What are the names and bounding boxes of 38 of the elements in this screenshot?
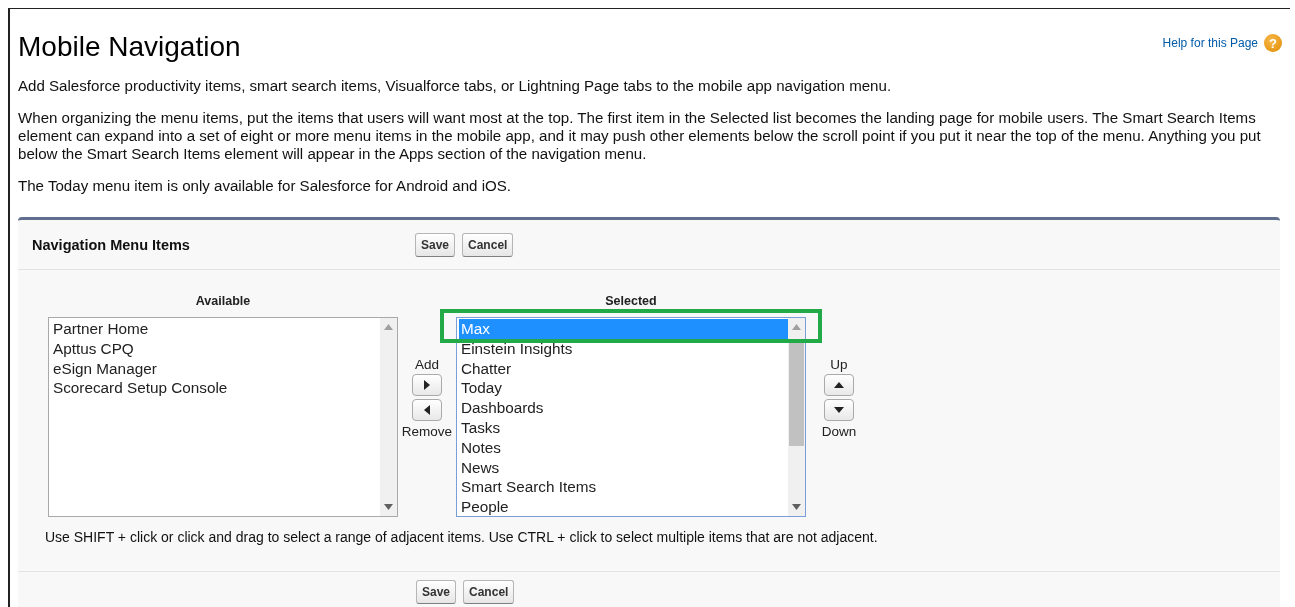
- list-option[interactable]: Apttus CPQ: [51, 338, 380, 359]
- list-option[interactable]: People: [459, 497, 788, 516]
- list-label: Selected: [605, 294, 657, 310]
- save-button[interactable]: Save: [415, 232, 456, 257]
- description-text: The Today menu item is only available for Salesforce for Android and iOS.: [18, 177, 513, 195]
- list-option[interactable]: Scorecard Setup Console: [51, 378, 380, 399]
- list-option[interactable]: eSign Manager: [51, 358, 380, 379]
- remove-button[interactable]: [412, 399, 442, 421]
- list-label: Available: [195, 294, 251, 310]
- cancel-button[interactable]: Cancel: [463, 580, 515, 604]
- section-title: Navigation Menu Items: [32, 236, 191, 253]
- description-text: Add Salesforce productivity items, smart search items, Visualforce tabs, or Lightning Page tabs to the mobile app navigation menu.: [18, 77, 893, 95]
- save-button[interactable]: Save: [416, 580, 457, 604]
- remove-label: Remove: [401, 423, 453, 440]
- up-label: Up: [830, 356, 848, 373]
- list-option[interactable]: Einstein Insights: [459, 338, 788, 359]
- hint-text: Use SHIFT + click or click and drag to select a range of adjacent items. Use CTRL + click to select multiple items that are not adjacent.: [45, 529, 879, 545]
- cancel-button[interactable]: Cancel: [462, 232, 514, 257]
- scroll-down-icon[interactable]: [384, 504, 393, 510]
- list-option[interactable]: Partner Home: [51, 319, 380, 339]
- scroll-down-icon[interactable]: [792, 504, 801, 510]
- list-option[interactable]: Today: [459, 378, 788, 399]
- list-option[interactable]: Dashboards: [459, 398, 788, 418]
- move-down-button[interactable]: [824, 399, 854, 421]
- list-option[interactable]: Chatter: [459, 358, 788, 379]
- description-text: When organizing the menu items, put the items that users will want most at the top. The first item in the Selected list becomes the landing page for mobile users. The Smart Search Items element can expand into a set of eight or more menu items in the mobile app, and it may push other elements below the scroll point if you put it near the top of the menu. Anything you put below the Smart Search Items element will appear in the Apps section of the navigation menu.: [18, 109, 1262, 163]
- list-option[interactable]: Notes: [459, 437, 788, 458]
- list-option[interactable]: News: [459, 457, 788, 478]
- add-label: Add: [415, 356, 439, 373]
- list-option[interactable]: Smart Search Items: [459, 477, 788, 498]
- page-title: Mobile Navigation: [18, 31, 241, 63]
- help-link[interactable]: Help for this Page: [1162, 36, 1258, 50]
- add-button[interactable]: [412, 374, 442, 396]
- down-label: Down: [821, 423, 857, 440]
- scrollbar[interactable]: [380, 318, 397, 516]
- list-option[interactable]: Tasks: [459, 418, 788, 438]
- move-up-button[interactable]: [824, 374, 854, 396]
- scrollbar[interactable]: [788, 318, 805, 516]
